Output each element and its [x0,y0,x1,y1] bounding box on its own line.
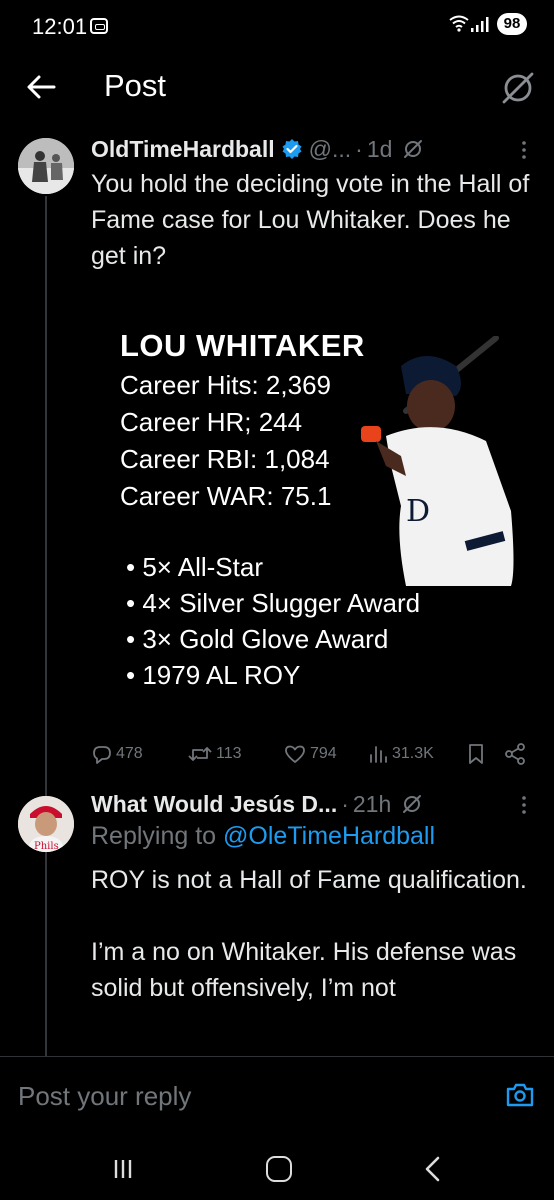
notification-icon [90,18,108,34]
reply-button[interactable]: 478 [91,740,143,768]
grok-icon[interactable] [401,793,423,815]
system-nav-bar [0,1136,554,1200]
card-bullet: • 5× All-Star [126,552,263,582]
player-photo: D [361,336,514,586]
display-name[interactable]: OldTimeHardball [91,136,275,163]
avatar[interactable] [18,138,74,194]
recent-apps-icon[interactable] [112,1158,134,1180]
home-icon[interactable] [266,1156,292,1182]
views-icon [370,746,387,763]
reply-icon [93,746,111,764]
reply-paragraph: I’m a no on Whitaker. His defense was so… [91,938,517,1002]
card-bullet: • 1979 AL ROY [126,660,301,690]
mention-link[interactable]: @OleTimeHardball [223,822,435,850]
handle[interactable]: @... [309,136,352,163]
nav-back-icon[interactable] [422,1156,444,1182]
post-author-row: OldTimeHardball @... · 1d [91,135,424,163]
repost-icon [188,747,212,761]
grok-icon[interactable] [402,138,424,160]
svg-text:Phils: Phils [34,841,59,852]
card-stat: Career WAR: 75.1 [120,481,332,511]
reply-paragraph: ROY is not a Hall of Fame qualification. [91,866,527,894]
display-name[interactable]: What Would Jesús D... [91,791,337,818]
replying-to-prefix: Replying to [91,822,224,850]
views-count: 31.3K [392,745,434,762]
reply-count: 478 [116,745,143,762]
grok-icon[interactable] [500,70,536,106]
card-bullet: • 4× Silver Slugger Award [126,588,421,618]
bookmark-icon[interactable] [465,742,487,766]
card-title: LOU WHITAKER [120,328,365,363]
post-time[interactable]: 21h [353,791,391,818]
post-actions: 478 113 794 31.3K [91,740,531,768]
status-bar: 12:01 98 [0,0,554,52]
top-header: Post [0,52,554,124]
card-bullet: • 3× Gold Glove Award [126,624,389,654]
signal-icon [471,17,489,32]
more-options-icon[interactable] [516,791,532,819]
card-stat: Career RBI: 1,084 [120,444,330,474]
post-time[interactable]: 1d [367,136,393,163]
like-button[interactable]: 794 [283,740,337,768]
separator: · [355,135,363,162]
post-text: You hold the deciding vote in the Hall o… [91,170,530,270]
reply-author-row: What Would Jesús D... · 21h [91,790,423,818]
separator: · [341,790,349,817]
status-time: 12:01 [32,14,88,39]
share-icon[interactable] [503,742,527,766]
views-button[interactable]: 31.3K [367,740,434,768]
thread-line [45,196,47,1056]
wifi-icon [449,15,469,32]
verified-badge-icon [282,139,302,159]
reply-text: ROY is not a Hall of Fame qualification.… [91,862,531,1006]
avatar[interactable]: Phils [18,796,74,852]
page-title: Post [104,68,167,103]
repost-count: 113 [216,745,242,762]
more-options-icon[interactable] [516,136,532,164]
card-stat: Career Hits: 2,369 [120,370,331,400]
like-count: 794 [310,745,337,762]
heart-icon [285,745,305,763]
post-image[interactable]: LOU WHITAKER Career Hits: 2,369 Career H… [91,306,537,710]
replying-to: Replying to @OleTimeHardball [91,822,435,851]
card-stat: Career HR; 244 [120,407,303,437]
reply-composer: Post your reply [0,1056,554,1136]
back-arrow-icon[interactable] [24,70,58,104]
battery-indicator: 98 [497,13,527,35]
reply-input[interactable]: Post your reply [18,1081,191,1112]
camera-icon[interactable] [505,1081,535,1109]
svg-text:D: D [406,494,430,529]
repost-button[interactable]: 113 [187,740,242,768]
